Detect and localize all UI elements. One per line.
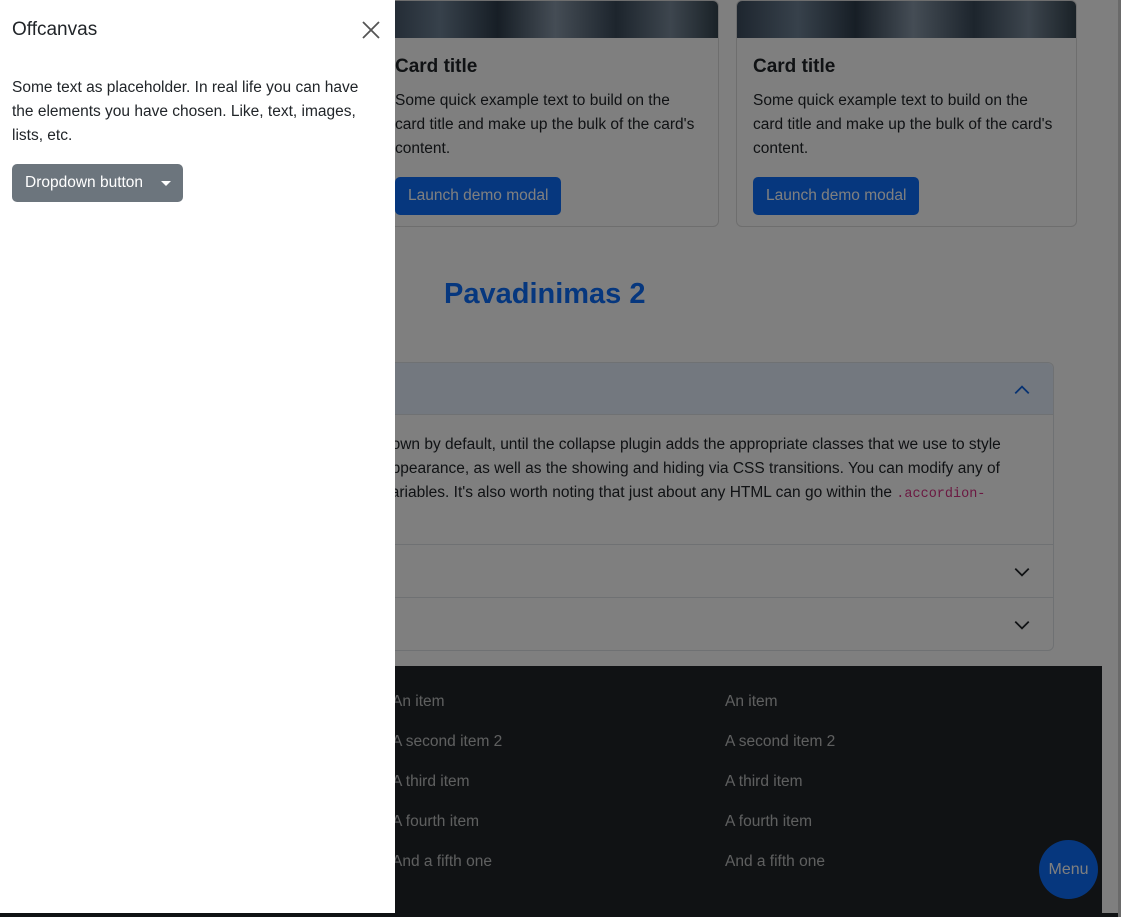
offcanvas-text: Some text as placeholder. In real life y…	[12, 79, 359, 144]
close-button[interactable]	[360, 19, 382, 41]
close-icon	[362, 21, 380, 39]
caret-down-icon	[161, 181, 171, 186]
offcanvas-panel: Offcanvas Some text as placeholder. In r…	[0, 0, 395, 913]
window-bottom-edge	[0, 913, 1121, 917]
dropdown-button-label: Dropdown button	[25, 174, 144, 191]
offcanvas-title: Offcanvas	[12, 19, 98, 40]
dropdown-button[interactable]: Dropdown button	[12, 164, 183, 202]
